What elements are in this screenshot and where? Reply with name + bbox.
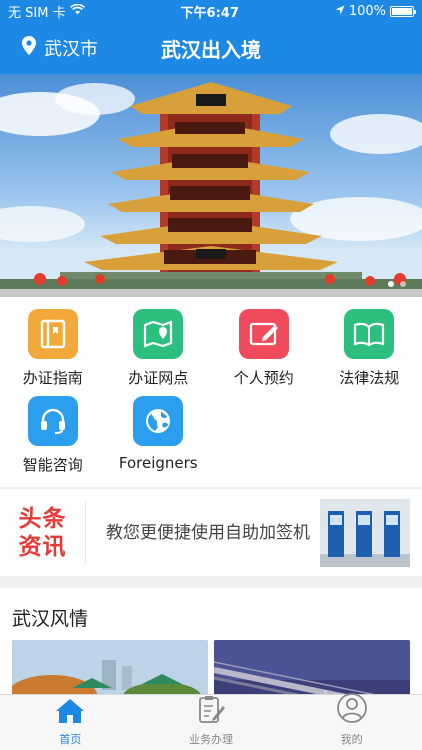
service-outlets[interactable]: 办证网点: [106, 307, 212, 394]
tab-label: 我的: [340, 733, 363, 746]
service-consult[interactable]: 智能咨询: [0, 394, 106, 481]
service-label: Foreigners: [118, 454, 198, 472]
wifi-icon: [69, 3, 85, 19]
location-selector[interactable]: 武汉市: [22, 35, 98, 61]
service-guide[interactable]: 办证指南: [0, 307, 106, 394]
news-tag-line: 资讯: [18, 533, 67, 560]
location-arrow-icon: [335, 4, 345, 19]
top-bar: 无 SIM 卡 下午6:47 100% 武汉市 武汉出入境: [0, 0, 422, 74]
globe-icon: [133, 396, 184, 446]
business-form-icon: [196, 694, 226, 728]
headset-icon: [27, 396, 78, 446]
tab-home[interactable]: 首页: [0, 695, 141, 750]
service-appointment[interactable]: 个人预约: [211, 307, 317, 394]
nav-bar: 武汉市 武汉出入境: [0, 22, 422, 74]
location-pin-icon: [22, 36, 36, 60]
battery-percent: 100%: [348, 3, 386, 19]
carousel-indicator: [388, 281, 406, 287]
clock: 下午6:47: [180, 5, 239, 21]
news-headline: 教您更便捷使用自助加签机: [106, 522, 310, 543]
news-tag: 头条 资讯: [0, 501, 86, 564]
carousel-dot[interactable]: [400, 281, 406, 287]
news-thumbnail: [320, 498, 410, 567]
law-book-icon: [344, 309, 395, 359]
service-label: 法律法规: [339, 369, 400, 387]
tab-business[interactable]: 业务办理: [141, 695, 282, 750]
service-foreigners[interactable]: Foreigners: [106, 394, 212, 481]
tab-bar: 首页 业务办理 我的: [0, 692, 422, 750]
map-point-icon: [133, 309, 184, 359]
headline-news[interactable]: 头条 资讯 教您更便捷使用自助加签机: [0, 488, 422, 576]
service-grid: 办证指南 办证网点 个人预约 法律法规 智能咨询 Foreigners: [0, 297, 422, 487]
yellow-crane-tower-image: [0, 82, 422, 297]
location-label: 武汉市: [44, 39, 98, 60]
tab-label: 首页: [59, 733, 82, 746]
service-label: 办证网点: [128, 369, 189, 387]
appointment-edit-icon: [238, 309, 289, 359]
news-tag-line: 头条: [18, 505, 67, 532]
service-label: 智能咨询: [22, 456, 83, 474]
carousel-dot[interactable]: [388, 281, 394, 287]
tab-label: 业务办理: [189, 733, 233, 746]
section-title: 武汉风情: [12, 608, 89, 630]
battery-icon: [390, 5, 416, 17]
service-label: 办证指南: [22, 369, 83, 387]
user-profile-icon: [336, 692, 368, 728]
status-bar: 无 SIM 卡 下午6:47 100%: [0, 0, 422, 22]
service-laws[interactable]: 法律法规: [317, 307, 422, 394]
carrier-label: 无 SIM 卡: [8, 5, 66, 21]
home-icon: [55, 698, 85, 728]
banner-carousel[interactable]: [0, 74, 422, 297]
service-label: 个人预约: [233, 369, 294, 387]
guide-book-icon: [27, 309, 78, 359]
tab-mine[interactable]: 我的: [281, 692, 422, 750]
